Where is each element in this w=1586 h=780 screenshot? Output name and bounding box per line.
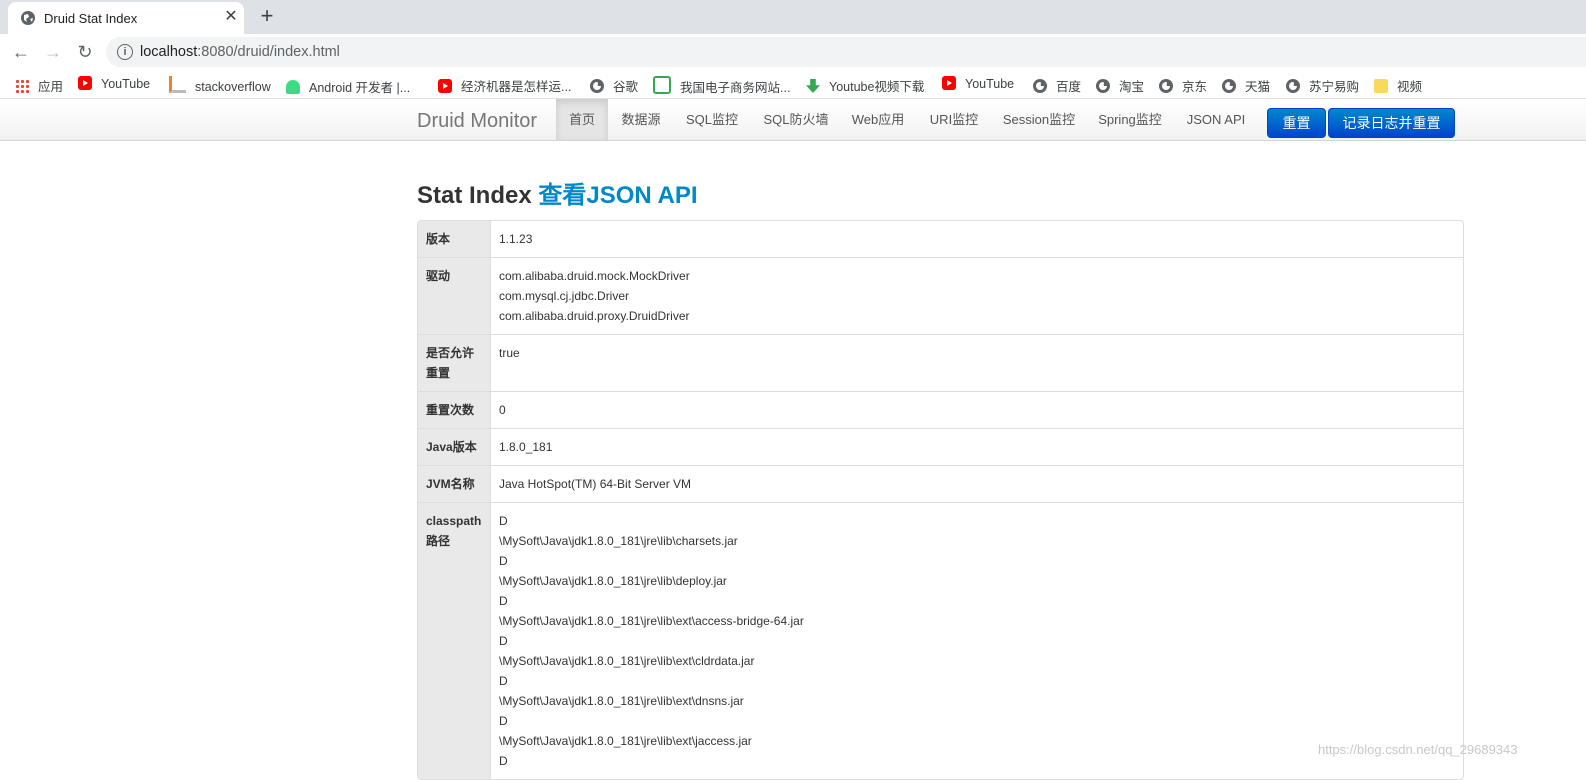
apps-grid-icon: [15, 79, 29, 93]
brand-logo[interactable]: Druid Monitor: [417, 110, 537, 133]
youtube-icon: [438, 79, 452, 93]
bookmark-jd[interactable]: 京东: [1159, 76, 1207, 94]
watermark-text: https://blog.csdn.net/qq_29689343: [1318, 742, 1518, 757]
nav-item-web-app[interactable]: Web应用: [845, 99, 911, 140]
forward-arrow-icon[interactable]: →: [42, 41, 64, 63]
nav-item-json-api[interactable]: JSON API: [1179, 99, 1253, 140]
row-key: 重置次数: [418, 391, 491, 428]
globe-icon: [1096, 79, 1110, 93]
table-row: 驱动 com.alibaba.druid.mock.MockDriver com…: [418, 257, 1463, 334]
globe-icon: [21, 11, 35, 25]
globe-icon: [590, 79, 604, 93]
bookmark-folder-video[interactable]: 视频: [1374, 76, 1422, 94]
bookmark-suning[interactable]: 苏宁易购: [1286, 76, 1359, 94]
row-value: com.alibaba.druid.mock.MockDriver com.my…: [491, 257, 1463, 334]
nav-item-session-monitor[interactable]: Session监控: [996, 99, 1082, 140]
bookmark-stackoverflow[interactable]: stackoverflow: [169, 76, 271, 94]
row-value: Java HotSpot(TM) 64-Bit Server VM: [491, 465, 1463, 502]
site-icon: [653, 76, 671, 94]
table-row: Java版本 1.8.0_181: [418, 428, 1463, 465]
nav-item-sql-firewall[interactable]: SQL防火墙: [756, 99, 836, 140]
new-tab-icon[interactable]: +: [256, 5, 278, 28]
row-value: 0: [491, 391, 1463, 428]
bookmark-taobao[interactable]: 淘宝: [1096, 76, 1144, 94]
row-key: JVM名称: [418, 465, 491, 502]
row-value: true: [491, 334, 1463, 391]
youtube-icon: [942, 76, 956, 90]
browser-tab-strip: Druid Stat Index ✕ +: [0, 0, 1586, 34]
bookmark-economy-video[interactable]: 经济机器是怎样运...: [438, 76, 571, 94]
json-api-link[interactable]: 查看JSON API: [538, 182, 697, 209]
bookmark-baidu[interactable]: 百度: [1033, 76, 1081, 94]
row-key: 是否允许重置: [418, 334, 491, 391]
table-row: 版本 1.1.23: [418, 221, 1463, 257]
url-text[interactable]: localhost:8080/druid/index.html: [140, 44, 340, 60]
stackoverflow-icon: [169, 76, 186, 93]
row-value: 1.1.23: [499, 232, 533, 246]
android-icon: [286, 80, 300, 94]
bookmark-google[interactable]: 谷歌: [590, 76, 638, 94]
site-info-icon[interactable]: i: [117, 44, 133, 60]
folder-icon: [1374, 79, 1388, 93]
nav-item-datasource[interactable]: 数据源: [612, 99, 670, 140]
nav-item-spring-monitor[interactable]: Spring监控: [1092, 99, 1168, 140]
row-value: 1.8.0_181: [491, 428, 1463, 465]
table-row: JVM名称 Java HotSpot(TM) 64-Bit Server VM: [418, 465, 1463, 502]
stat-table: 版本 1.1.23 驱动 com.alibaba.druid.mock.Mock…: [417, 220, 1464, 780]
table-row: 是否允许重置 true: [418, 334, 1463, 391]
reset-button[interactable]: 重置: [1267, 108, 1326, 138]
row-key: classpath路径: [418, 502, 491, 779]
youtube-icon: [78, 76, 92, 90]
close-tab-icon[interactable]: ✕: [222, 8, 240, 26]
bookmark-youtube-2[interactable]: YouTube: [942, 76, 1014, 92]
address-bar[interactable]: i localhost:8080/druid/index.html: [106, 37, 1586, 67]
globe-icon: [1286, 79, 1300, 93]
nav-item-uri-monitor[interactable]: URI监控: [922, 99, 986, 140]
globe-icon: [1159, 79, 1173, 93]
row-key: 驱动: [418, 257, 491, 334]
row-key: 版本: [418, 221, 491, 257]
bookmark-youtube[interactable]: YouTube: [78, 76, 150, 92]
back-arrow-icon[interactable]: ←: [10, 41, 32, 63]
browser-toolbar: ← → ↻ i localhost:8080/druid/index.html: [0, 34, 1586, 70]
row-value: D \MySoft\Java\jdk1.8.0_181\jre\lib\char…: [491, 502, 1463, 779]
log-and-reset-button[interactable]: 记录日志并重置: [1328, 108, 1455, 138]
bookmark-apps[interactable]: 应用: [15, 76, 63, 94]
browser-tab[interactable]: Druid Stat Index ✕: [8, 2, 244, 34]
bookmark-tmall[interactable]: 天猫: [1222, 76, 1270, 94]
bookmark-android[interactable]: Android 开发者 |...: [286, 76, 410, 95]
table-row: 重置次数 0: [418, 391, 1463, 428]
nav-item-sql-monitor[interactable]: SQL监控: [677, 99, 747, 140]
globe-icon: [1033, 79, 1047, 93]
tab-title: Druid Stat Index: [44, 11, 138, 26]
download-icon: [806, 79, 820, 93]
row-key: Java版本: [418, 428, 491, 465]
reload-icon[interactable]: ↻: [74, 41, 96, 63]
globe-icon: [1222, 79, 1236, 93]
bookmark-ecommerce[interactable]: 我国电子商务网站...: [653, 76, 790, 95]
bookmark-youtube-download[interactable]: Youtube视频下载: [806, 76, 924, 94]
table-row: classpath路径 D \MySoft\Java\jdk1.8.0_181\…: [418, 502, 1463, 779]
druid-navbar: Druid Monitor 首页 数据源 SQL监控 SQL防火墙 Web应用 …: [0, 99, 1586, 141]
nav-item-home[interactable]: 首页: [556, 99, 608, 140]
page-title: Stat Index 查看JSON API: [417, 182, 698, 209]
bookmarks-bar: 应用 YouTube stackoverflow Android 开发者 |..…: [0, 70, 1586, 99]
